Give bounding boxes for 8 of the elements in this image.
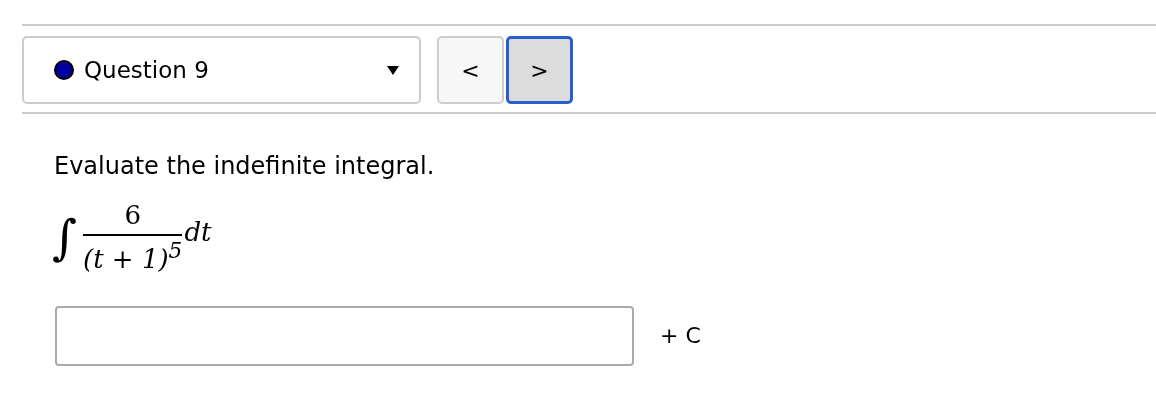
previous-button[interactable]: <: [437, 36, 504, 104]
question-prompt: Evaluate the indefinite integral.: [54, 152, 436, 180]
next-button[interactable]: >: [506, 36, 573, 104]
constant-label: + C: [660, 323, 701, 349]
question-label: Question 9: [84, 57, 210, 83]
caret-icon: [387, 65, 399, 75]
answer-field[interactable]: [55, 305, 634, 366]
question-select[interactable]: Question 9: [22, 36, 421, 104]
